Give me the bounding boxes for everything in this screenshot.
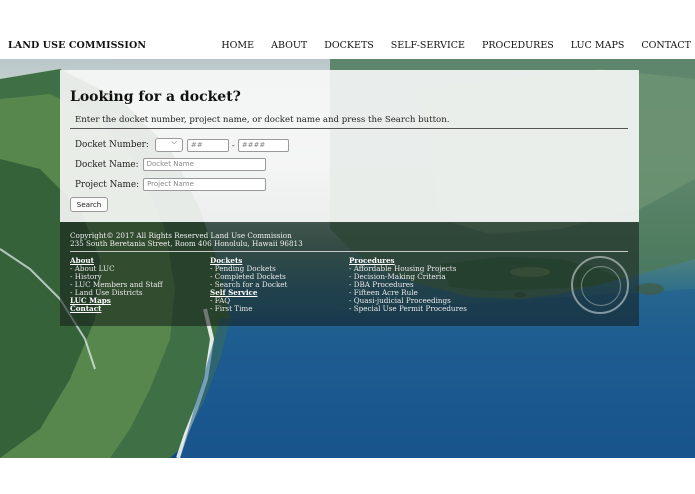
nav-about[interactable]: ABOUT <box>271 40 307 51</box>
nav-dockets[interactable]: DOCKETS <box>324 40 374 51</box>
nav-contact[interactable]: CONTACT <box>641 40 691 51</box>
docket-name-label: Docket Name: <box>75 159 139 170</box>
nav-home[interactable]: HOME <box>221 40 254 51</box>
docket-number-separator: - <box>231 140 235 150</box>
top-band <box>0 0 695 35</box>
footer-link-contact[interactable]: Contact <box>70 305 163 313</box>
docket-name-row: Docket Name: Docket Name <box>75 158 266 171</box>
divider <box>70 128 628 129</box>
chevron-down-icon: ⌵ <box>171 138 177 146</box>
docket-number-part2-input[interactable]: #### <box>237 138 289 152</box>
nav-procedures[interactable]: PROCEDURES <box>482 40 554 51</box>
state-seal-icon <box>571 256 629 314</box>
nav-self-service[interactable]: SELF-SERVICE <box>391 40 465 51</box>
bottom-band <box>0 458 695 494</box>
footer-col-dockets: Dockets - Pending Dockets - Completed Do… <box>210 257 287 313</box>
docket-number-label: Docket Number: <box>75 140 149 150</box>
docket-name-input[interactable]: Docket Name <box>142 158 266 171</box>
footer-col-procedures: Procedures - Affordable Housing Projects… <box>349 257 467 313</box>
seal-inner-ring <box>581 266 621 306</box>
docket-search-panel: Looking for a docket? Enter the docket n… <box>60 70 639 222</box>
footer-col-about: About - About LUC - History - LUC Member… <box>70 257 163 313</box>
site-brand[interactable]: LAND USE COMMISSION <box>8 40 146 51</box>
footer-copyright-block: Copyright© 2017 All Rights Reserved Land… <box>70 232 303 248</box>
search-title: Looking for a docket? <box>70 89 241 105</box>
footer-link-special-use[interactable]: - Special Use Permit Procedures <box>349 305 467 313</box>
project-name-input[interactable]: Project Name <box>143 178 267 191</box>
search-button[interactable]: Search <box>70 197 108 212</box>
nav-luc-maps[interactable]: LUC MAPS <box>571 40 625 51</box>
address-text: 235 South Beretania Street, Room 406 Hon… <box>70 239 303 248</box>
docket-number-part1-input[interactable]: ## <box>186 138 229 152</box>
footer-link-first-time[interactable]: - First Time <box>210 305 287 313</box>
docket-number-select[interactable]: ⌵ <box>154 138 183 152</box>
search-intro: Enter the docket number, project name, o… <box>75 115 450 125</box>
site-header: LAND USE COMMISSION HOME ABOUT DOCKETS S… <box>0 35 695 60</box>
docket-number-row: Docket Number: ⌵ ## - #### <box>75 138 289 152</box>
main-nav: HOME ABOUT DOCKETS SELF-SERVICE PROCEDUR… <box>204 40 691 51</box>
footer-divider <box>70 251 628 252</box>
project-name-row: Project Name: Project Name <box>75 178 267 191</box>
site-footer: Copyright© 2017 All Rights Reserved Land… <box>60 222 639 326</box>
project-name-label: Project Name: <box>75 179 140 190</box>
